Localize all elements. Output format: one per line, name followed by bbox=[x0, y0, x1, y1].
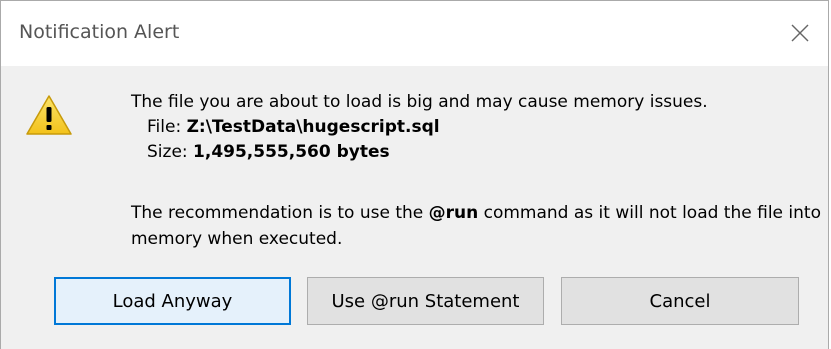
size-line: Size: 1,495,555,560 bytes bbox=[131, 140, 708, 165]
title-bar: Notification Alert bbox=[1, 0, 828, 66]
load-anyway-button[interactable]: Load Anyway bbox=[54, 277, 291, 325]
size-label: Size: bbox=[147, 142, 188, 162]
use-run-statement-button[interactable]: Use @run Statement bbox=[307, 277, 544, 325]
warning-icon bbox=[26, 95, 72, 135]
message-block: The file you are about to load is big an… bbox=[131, 90, 708, 165]
recommendation-text: The recommendation is to use the @run co… bbox=[131, 200, 826, 252]
reco-before: The recommendation is to use the bbox=[131, 203, 429, 223]
close-icon bbox=[791, 24, 809, 42]
close-button[interactable] bbox=[772, 1, 828, 65]
notification-dialog: Notification Alert The file you are abou… bbox=[0, 0, 829, 349]
window-title: Notification Alert bbox=[19, 21, 180, 43]
cancel-button[interactable]: Cancel bbox=[561, 277, 799, 325]
file-line: File: Z:\TestData\hugescript.sql bbox=[131, 115, 708, 140]
size-value: 1,495,555,560 bytes bbox=[193, 142, 390, 162]
file-value: Z:\TestData\hugescript.sql bbox=[186, 117, 440, 137]
message-intro: The file you are about to load is big an… bbox=[131, 92, 708, 112]
file-label: File: bbox=[147, 117, 182, 137]
reco-command: @run bbox=[428, 203, 479, 223]
